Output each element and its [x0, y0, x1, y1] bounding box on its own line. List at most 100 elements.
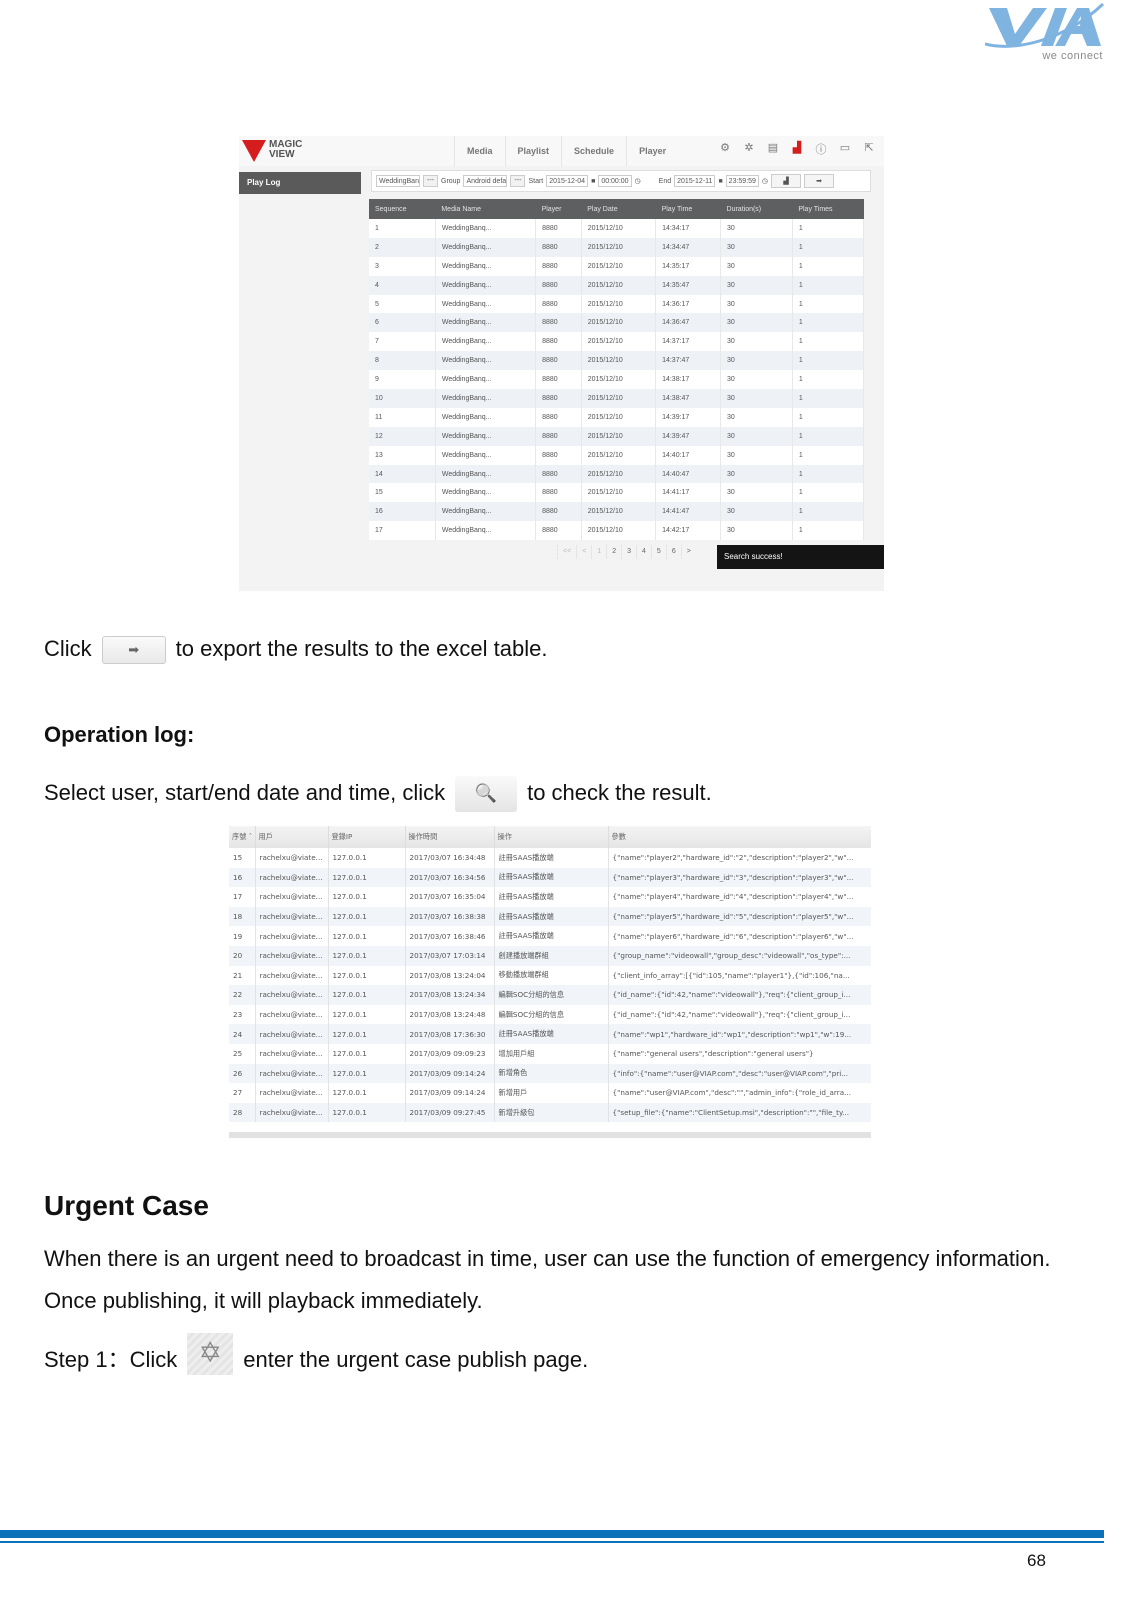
sidebar-item-play-log[interactable]: Play Log	[239, 172, 361, 194]
tab-playlist[interactable]: Playlist	[504, 136, 562, 166]
table-row[interactable]: 14 WeddingBanq... 8880 2015/12/10 14:40:47 30…	[369, 464, 865, 484]
window-icon[interactable]: ▭	[839, 141, 851, 157]
tab-schedule[interactable]: Schedule	[561, 136, 626, 166]
table-cell: 12	[369, 426, 436, 446]
table-cell: 1	[792, 426, 865, 446]
column-header[interactable]: 操作時間	[405, 826, 495, 848]
bar-chart-icon[interactable]: ▟	[791, 141, 803, 157]
table-cell: 26	[229, 1063, 256, 1084]
page-link[interactable]: 6	[665, 545, 681, 559]
column-header[interactable]: Play Times	[792, 199, 864, 219]
page-link[interactable]: 3	[621, 545, 636, 559]
column-header[interactable]: Sequence	[369, 199, 436, 219]
tab-media[interactable]: Media	[454, 136, 505, 166]
table-cell: 2015/12/10	[581, 445, 657, 465]
table-cell: 1	[792, 407, 865, 427]
table-row[interactable]: 15 rachelxu@viate... 127.0.0.1 2017/03/07 1…	[229, 848, 871, 868]
table-row[interactable]: 22 rachelxu@viate... 127.0.0.1 2017/03/08 1…	[229, 985, 871, 1005]
table-cell: 15	[229, 848, 256, 868]
info-icon[interactable]: ⓘ	[815, 141, 827, 157]
table-row[interactable]: 26 rachelxu@viate... 127.0.0.1 2017/03/09 0…	[229, 1063, 871, 1084]
media-input[interactable]: WeddingBanq	[376, 175, 420, 187]
gear-icon[interactable]: ✲	[743, 141, 755, 157]
table-row[interactable]: 18 rachelxu@viate... 127.0.0.1 2017/03/07 1…	[229, 906, 871, 927]
page-link[interactable]: 2	[606, 545, 621, 559]
table-row[interactable]: 4 WeddingBanq... 8880 2015/12/10 14:35:47 30 1	[369, 275, 865, 295]
clipboard-icon[interactable]: ▤	[767, 141, 779, 157]
page-link[interactable]: >	[680, 545, 696, 559]
column-header[interactable]: 用戶	[255, 826, 329, 848]
table-cell: 14:36:47	[655, 313, 722, 333]
start-label: Start	[528, 177, 544, 185]
table-row[interactable]: 13 WeddingBanq... 8880 2015/12/10 14:40:17 30…	[369, 445, 865, 465]
table-row[interactable]: 17 rachelxu@viate... 127.0.0.1 2017/03/07 1…	[229, 887, 871, 907]
table-row[interactable]: 20 rachelxu@viate... 127.0.0.1 2017/03/07 1…	[229, 945, 871, 966]
page-link[interactable]: <<	[557, 545, 576, 559]
table-cell: 2015/12/10	[581, 426, 657, 446]
column-header[interactable]: 登錄IP	[328, 826, 406, 848]
table-row[interactable]: 3 WeddingBanq... 8880 2015/12/10 14:35:17 30 1	[369, 256, 865, 276]
column-header[interactable]: 操作	[494, 826, 609, 848]
table-cell: 30	[720, 219, 793, 238]
start-date-input[interactable]: 2015-12-04	[546, 175, 589, 187]
table-row[interactable]: 10 WeddingBanq... 8880 2015/12/10 14:38:47 30…	[369, 389, 865, 408]
table-row[interactable]: 28 rachelxu@viate... 127.0.0.1 2017/03/09 0…	[229, 1102, 871, 1123]
calendar-icon[interactable]: ■	[718, 178, 722, 185]
table-row[interactable]: 27 rachelxu@viate... 127.0.0.1 2017/03/09 0…	[229, 1083, 871, 1103]
page-link[interactable]: 5	[650, 545, 666, 559]
page-link[interactable]: <	[576, 545, 591, 559]
table-cell: rachelxu@viate...	[255, 1043, 329, 1064]
table-row[interactable]: 12 WeddingBanq... 8880 2015/12/10 14:39:47 30…	[369, 426, 865, 446]
table-row[interactable]: 15 WeddingBanq... 8880 2015/12/10 14:41:17 30…	[369, 483, 865, 503]
table-cell: 2017/03/07 16:35:04	[405, 887, 495, 907]
column-header[interactable]: Play Time	[655, 199, 721, 219]
table-cell: WeddingBanq...	[435, 389, 537, 408]
table-row[interactable]: 1 WeddingBanq... 8880 2015/12/10 14:34:17 30 1	[369, 219, 865, 238]
group-input[interactable]: Android defa	[463, 175, 508, 187]
calendar-icon[interactable]: ■	[591, 178, 595, 185]
table-row[interactable]: 23 rachelxu@viate... 127.0.0.1 2017/03/08 1…	[229, 1004, 871, 1025]
export-instruction: Click ➡ to export the results to the excel…	[44, 636, 547, 665]
table-row[interactable]: 16 rachelxu@viate... 127.0.0.1 2017/03/07 1…	[229, 867, 871, 888]
table-cell: rachelxu@viate...	[255, 867, 329, 888]
column-header[interactable]: 序號 ˆ	[229, 826, 256, 848]
page-link[interactable]: 1	[591, 545, 606, 559]
export-icon[interactable]: ⇱	[863, 141, 875, 157]
table-row[interactable]: 24 rachelxu@viate... 127.0.0.1 2017/03/08 1…	[229, 1024, 871, 1044]
table-row[interactable]: 5 WeddingBanq... 8880 2015/12/10 14:36:17 30 1	[369, 294, 865, 314]
table-row[interactable]: 17 WeddingBanq... 8880 2015/12/10 14:42:17 30…	[369, 521, 865, 541]
tab-player[interactable]: Player	[626, 136, 678, 166]
clock-icon[interactable]: ◷	[762, 177, 768, 185]
column-header[interactable]: Play Date	[581, 199, 656, 219]
play-log-table-body: 1 WeddingBanq... 8880 2015/12/10 14:34:17 30 1…	[369, 219, 865, 541]
table-row[interactable]: 2 WeddingBanq... 8880 2015/12/10 14:34:47 30 1	[369, 237, 865, 257]
media-browse-button[interactable]: ---	[423, 175, 438, 187]
table-row[interactable]: 9 WeddingBanq... 8880 2015/12/10 14:38:17 30 1	[369, 370, 865, 390]
end-date-input[interactable]: 2015-12-11	[674, 175, 716, 187]
table-cell: 2017/03/09 09:14:24	[405, 1063, 495, 1084]
group-browse-button[interactable]: ---	[510, 175, 526, 187]
chart-button[interactable]: ▟	[771, 174, 802, 188]
column-header[interactable]: Media Name	[435, 199, 536, 219]
table-row[interactable]: 6 WeddingBanq... 8880 2015/12/10 14:36:47 30 1	[369, 313, 865, 333]
search-button-illustration: 🔍	[455, 776, 518, 812]
page-link[interactable]: 4	[636, 545, 651, 559]
column-header[interactable]: Duration(s)	[720, 199, 793, 219]
start-time-input[interactable]: 00:00:00	[598, 175, 632, 187]
table-row[interactable]: 16 WeddingBanq... 8880 2015/12/10 14:41:47 30…	[369, 502, 865, 522]
export-button[interactable]: ➡	[804, 174, 835, 188]
table-row[interactable]: 25 rachelxu@viate... 127.0.0.1 2017/03/09 0…	[229, 1043, 871, 1064]
clock-icon[interactable]: ◷	[635, 177, 641, 185]
table-cell: 2017/03/08 13:24:34	[405, 985, 495, 1005]
settings-gears-icon[interactable]: ⚙	[719, 141, 731, 157]
table-cell: WeddingBanq...	[435, 445, 537, 465]
table-row[interactable]: 8 WeddingBanq... 8880 2015/12/10 14:37:47 30 1	[369, 351, 865, 371]
table-row[interactable]: 7 WeddingBanq... 8880 2015/12/10 14:37:17 30 1	[369, 332, 865, 352]
column-header[interactable]: 參數	[608, 826, 871, 848]
end-time-input[interactable]: 23:59:59	[725, 175, 759, 187]
table-row[interactable]: 21 rachelxu@viate... 127.0.0.1 2017/03/08 1…	[229, 965, 871, 986]
table-row[interactable]: 19 rachelxu@viate... 127.0.0.1 2017/03/07 1…	[229, 926, 871, 946]
table-cell: 2017/03/08 13:24:04	[405, 965, 495, 986]
table-row[interactable]: 11 WeddingBanq... 8880 2015/12/10 14:39:17 30…	[369, 407, 865, 427]
column-header[interactable]: Player	[535, 199, 582, 219]
